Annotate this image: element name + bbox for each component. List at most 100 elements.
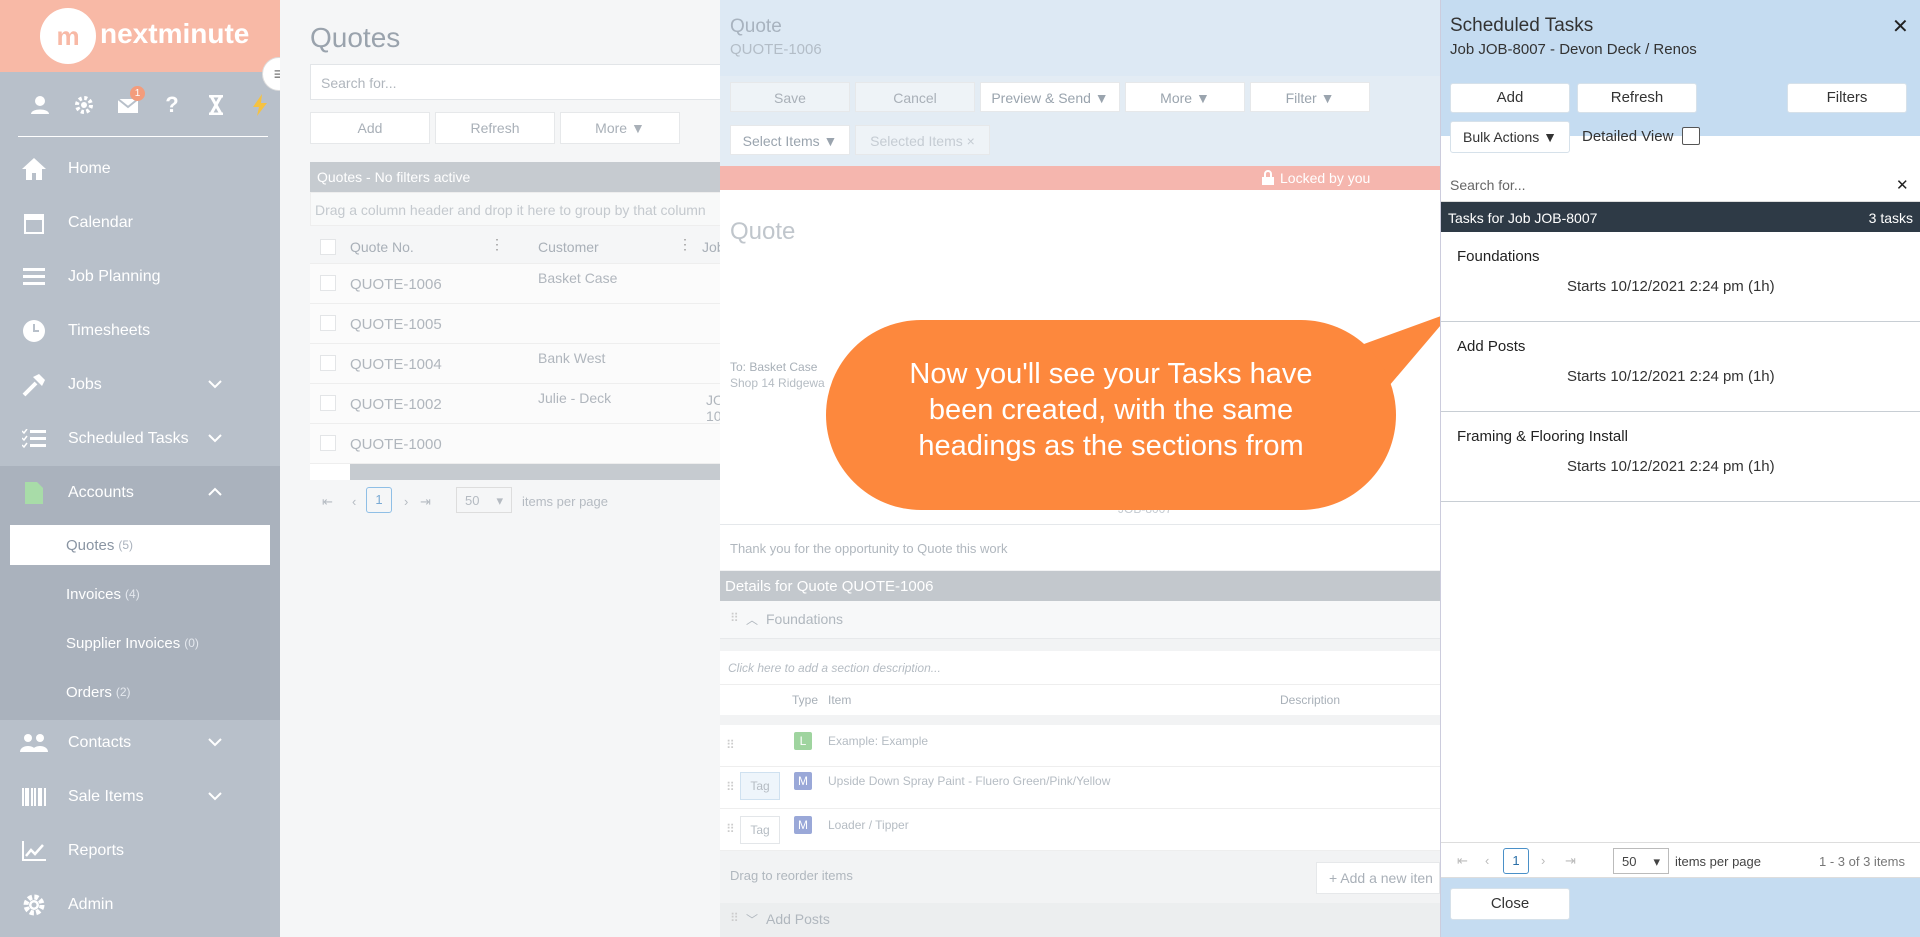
tasks-list-title: Tasks for Job JOB-8007 (1448, 210, 1598, 226)
tag-button[interactable]: Tag (740, 772, 780, 800)
next-page-icon[interactable]: › (404, 494, 408, 509)
row-checkbox[interactable] (320, 395, 336, 411)
line-item[interactable]: ⠿ Tag M Loader / Tipper (720, 809, 1440, 851)
drag-handle-icon[interactable]: ⠿ (726, 780, 735, 794)
more-button[interactable]: More ▼ (1125, 82, 1245, 112)
grid-scrollbar[interactable] (350, 464, 730, 480)
line-item[interactable]: ⠿ Tag M Upside Down Spray Paint - Fluero… (720, 767, 1440, 809)
row-checkbox[interactable] (320, 355, 336, 371)
gear-icon[interactable] (62, 90, 106, 120)
table-row[interactable]: QUOTE-1000 (310, 424, 730, 464)
tag-button[interactable]: Tag (740, 816, 780, 844)
preview-send-button[interactable]: Preview & Send ▼ (980, 82, 1120, 112)
table-row[interactable]: QUOTE-1002Julie - DeckJOB-10 (310, 384, 738, 424)
task-item[interactable]: Framing & Flooring Install Starts 10/12/2… (1441, 412, 1920, 502)
drag-handle-icon[interactable]: ⠿ (726, 822, 735, 836)
quotes-search-input[interactable]: Search for... (310, 64, 730, 100)
quote-toolbar: Save Cancel Preview & Send ▼ More ▼ Filt… (720, 76, 1440, 166)
row-checkbox[interactable] (320, 315, 336, 331)
clear-search-icon[interactable]: ✕ (1896, 176, 1909, 194)
prev-page-icon[interactable]: ‹ (352, 494, 356, 509)
nav-home-label: Home (68, 160, 111, 177)
doc-title: Quote (730, 218, 796, 245)
page-size-select[interactable]: 50 ▾ (456, 487, 512, 513)
table-row[interactable]: QUOTE-1004 Bank West (310, 344, 730, 384)
column-menu-icon[interactable]: ⋮ (490, 236, 504, 253)
nav-jobs[interactable]: Jobs (0, 358, 280, 412)
column-menu-icon[interactable]: ⋮ (678, 236, 692, 253)
collapse-icon[interactable]: ︿ (746, 611, 758, 628)
add-quote-button[interactable]: Add (310, 112, 430, 144)
tasks-search-input[interactable]: Search for... (1450, 177, 1525, 193)
reorder-row: Drag to reorder items + Add a new iten (720, 860, 1440, 894)
current-page[interactable]: 1 (1503, 848, 1529, 874)
section-foundations[interactable]: ⠿ ︿ Foundations (720, 601, 1440, 639)
row-checkbox[interactable] (320, 275, 336, 291)
expand-icon[interactable]: ﹀ (746, 911, 758, 928)
help-icon[interactable]: ? (150, 90, 194, 120)
first-page-icon[interactable]: ⇤ (1457, 853, 1468, 869)
nav-accounts[interactable]: Accounts (0, 466, 280, 520)
table-row[interactable]: QUOTE-1006 Basket Case (310, 264, 730, 304)
refresh-quotes-button[interactable]: Refresh (435, 112, 555, 144)
add-new-item-button[interactable]: + Add a new iten (1316, 862, 1440, 894)
task-item[interactable]: Foundations Starts 10/12/2021 2:24 pm (1h… (1441, 232, 1920, 322)
detailed-view-checkbox[interactable] (1682, 127, 1700, 145)
nav-reports[interactable]: Reports (0, 824, 280, 878)
close-button[interactable]: Close (1450, 888, 1570, 920)
nav-admin[interactable]: Admin (0, 878, 280, 932)
sub-supplier-invoices[interactable]: Supplier Invoices (0) (10, 623, 270, 663)
filters-button[interactable]: Filters (1787, 83, 1907, 113)
lightning-icon[interactable] (238, 90, 282, 120)
drag-handle-icon[interactable]: ⠿ (730, 611, 739, 625)
filter-button[interactable]: Filter ▼ (1250, 82, 1370, 112)
nav-scheduled-tasks[interactable]: Scheduled Tasks (0, 412, 280, 466)
page-size-select[interactable]: 50 ▾ (1613, 848, 1669, 874)
drag-handle-icon[interactable]: ⠿ (730, 911, 739, 925)
line-item[interactable]: ⠿ L Example: Example (720, 725, 1440, 767)
sub-invoices[interactable]: Invoices (4) (10, 574, 270, 614)
barcode-icon (0, 788, 68, 806)
scheduled-tasks-panel: Scheduled Tasks Job JOB-8007 - Devon Dec… (1440, 0, 1920, 937)
nav-home[interactable]: Home (0, 142, 280, 196)
first-page-icon[interactable]: ⇤ (322, 494, 333, 510)
select-all-checkbox[interactable] (320, 239, 336, 255)
row-checkbox[interactable] (320, 435, 336, 451)
cancel-button[interactable]: Cancel (855, 82, 975, 112)
document-icon (0, 481, 68, 505)
nav-contacts[interactable]: Contacts (0, 716, 280, 770)
tasks-pager: ⇤ ‹ 1 › ⇥ 50 ▾ items per page 1 - 3 of 3 … (1441, 842, 1920, 878)
nav-calendar[interactable]: Calendar (0, 196, 280, 250)
close-icon[interactable]: ✕ (1892, 14, 1909, 39)
save-button[interactable]: Save (730, 82, 850, 112)
nav-job-planning-label: Job Planning (68, 268, 161, 285)
sub-orders[interactable]: Orders (2) (10, 672, 270, 712)
nav-sale-items[interactable]: Sale Items (0, 770, 280, 824)
hourglass-icon[interactable] (194, 90, 238, 120)
nav-timesheets[interactable]: Timesheets (0, 304, 280, 358)
table-row[interactable]: QUOTE-1005 (310, 304, 730, 344)
sub-quotes[interactable]: Quotes (5) (10, 525, 270, 565)
task-item[interactable]: Add Posts Starts 10/12/2021 2:24 pm (1h) (1441, 322, 1920, 412)
next-page-icon[interactable]: › (1541, 853, 1545, 868)
add-task-button[interactable]: Add (1450, 83, 1570, 113)
nav-job-planning[interactable]: Job Planning (0, 250, 280, 304)
current-page[interactable]: 1 (366, 487, 392, 513)
item-name: Example: Example (828, 734, 929, 748)
inbox-icon[interactable]: 1 (106, 86, 150, 120)
drag-handle-icon[interactable]: ⠿ (726, 738, 735, 752)
group-drop-zone[interactable]: Drag a column header and drop it here to… (310, 192, 730, 226)
col-customer[interactable]: Customer (538, 239, 599, 255)
prev-page-icon[interactable]: ‹ (1485, 853, 1489, 868)
user-icon[interactable] (18, 90, 62, 120)
selected-items-button[interactable]: Selected Items × (855, 125, 990, 155)
section-description[interactable]: Click here to add a section description.… (720, 651, 1440, 685)
last-page-icon[interactable]: ⇥ (420, 494, 431, 510)
refresh-tasks-button[interactable]: Refresh (1577, 83, 1697, 113)
more-quotes-button[interactable]: More ▼ (560, 112, 680, 144)
last-page-icon[interactable]: ⇥ (1565, 853, 1576, 869)
bulk-actions-button[interactable]: Bulk Actions ▼ (1450, 121, 1570, 153)
section-add-posts[interactable]: ⠿ ﹀ Add Posts (720, 903, 1440, 937)
select-items-button[interactable]: Select Items ▼ (730, 125, 850, 155)
col-quote-no[interactable]: Quote No. (350, 239, 414, 255)
